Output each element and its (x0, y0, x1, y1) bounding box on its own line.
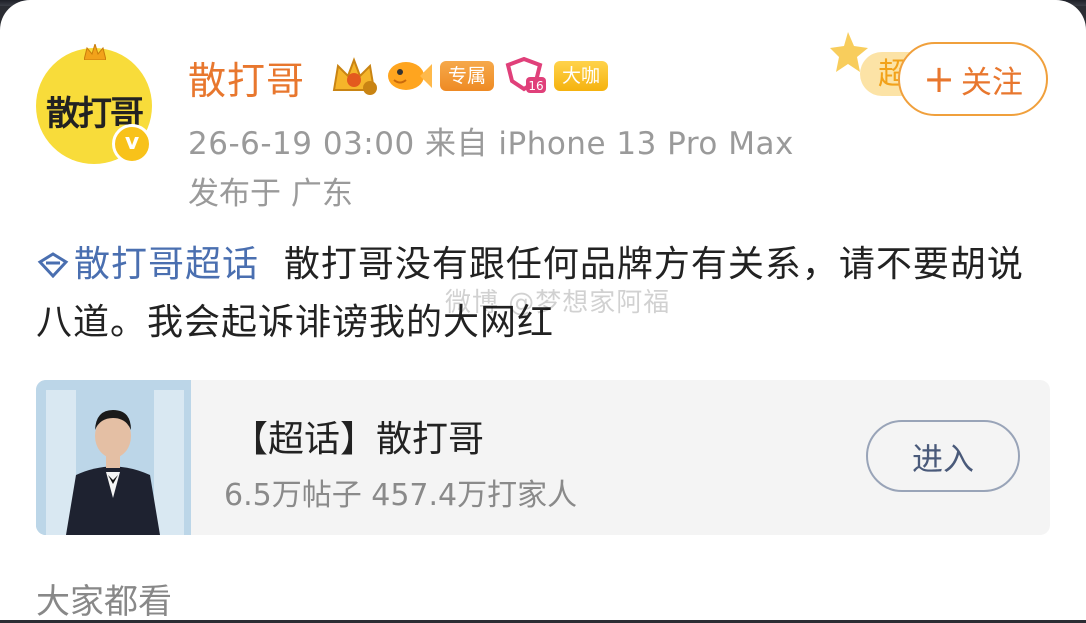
supertopic-stats: 6.5万帖子 457.4万打家人 (224, 478, 578, 513)
supertopic-link-label: 散打哥超话 (74, 244, 260, 285)
exclusive-tag[interactable]: 专属 (440, 61, 495, 91)
username[interactable]: 散打哥 (188, 50, 305, 105)
post-time-source: 26-6-19 03:00 来自 iPhone 13 Pro Max (188, 126, 794, 162)
crown-badge-icon[interactable] (330, 56, 378, 96)
follow-label: 关注 (960, 64, 1023, 101)
person-photo-icon (36, 380, 191, 535)
supertopic-thumbnail (36, 380, 191, 535)
diamond-icon (37, 252, 69, 278)
post-location: 发布于 广东 (188, 176, 353, 212)
post-card: 散打哥 v 散打哥 专属 16 大咖 26-6-19 03:00 来自 iPho… (0, 0, 1086, 622)
verified-badge-icon: v (112, 124, 152, 164)
enter-button[interactable]: 进入 (866, 420, 1020, 492)
crown-icon (84, 44, 106, 60)
follow-button[interactable]: + 关注 (898, 42, 1048, 116)
supertopic-link[interactable]: 散打哥超话 (36, 244, 259, 285)
supertopic-title: 【超话】散打哥 (232, 419, 485, 460)
plus-icon: + (923, 57, 955, 101)
level-number: 16 (528, 79, 543, 93)
gem-level-badge-icon[interactable]: 16 (502, 57, 547, 95)
partial-next-section: 大家都看 (36, 582, 172, 622)
user-badges: 专属 16 大咖 (330, 56, 609, 96)
supertopic-card[interactable]: 【超话】散打哥 6.5万帖子 457.4万打家人 进入 (36, 380, 1050, 535)
watermark: 微博 @梦想家阿福 (445, 288, 671, 318)
fish-badge-icon[interactable] (386, 58, 432, 94)
vip-tag[interactable]: 大咖 (554, 61, 609, 91)
